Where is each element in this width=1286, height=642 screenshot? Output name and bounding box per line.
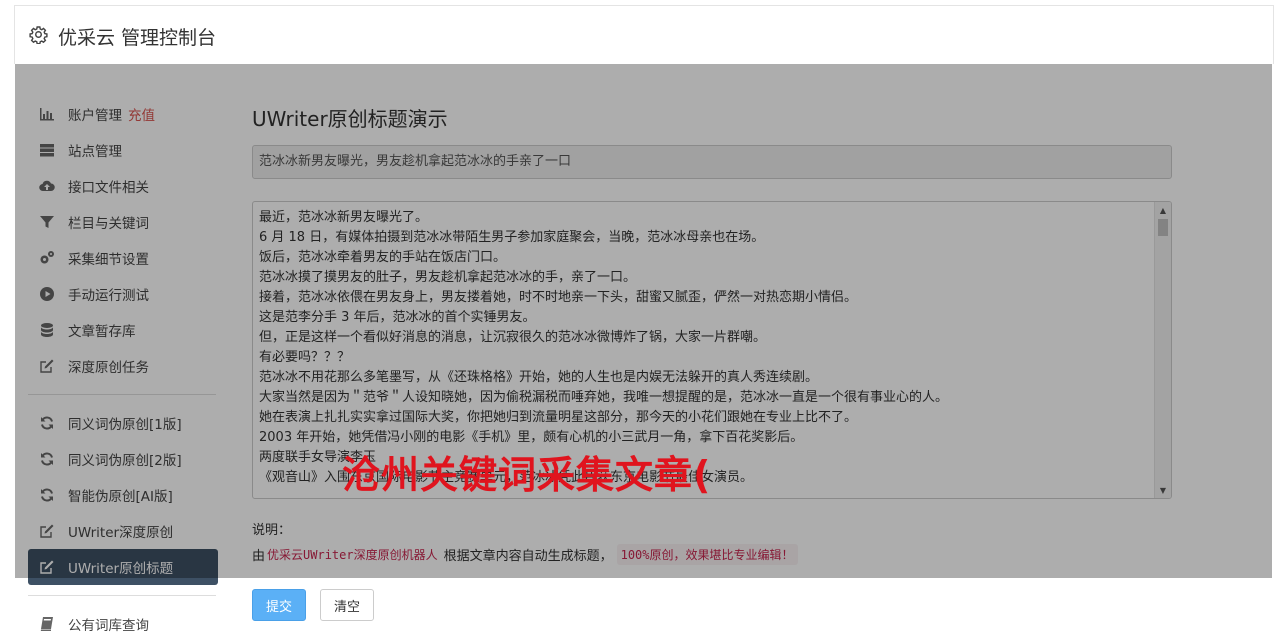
page: 优采云 管理控制台 账户管理 充值 站点管理 接口文件相关 栏目与关键词 采集细… — [0, 0, 1286, 642]
sidebar-item-label: UWriter深度原创 — [68, 525, 174, 541]
sidebar-item-label: 栏目与关键词 — [68, 216, 149, 232]
recharge-link[interactable]: 充值 — [128, 104, 155, 124]
content-line: 范冰冰不用花那么多笔墨写，从《还珠格格》开始，她的人生也是内娱无法躲开的真人秀连… — [259, 370, 819, 385]
title-output-field[interactable]: 范冰冰新男友曝光，男友趁机拿起范冰冰的手亲了一口 — [252, 145, 1172, 179]
play-circle-icon — [38, 285, 56, 303]
content-line: 有必要吗？？？ — [259, 350, 351, 365]
header-title: 优采云 管理控制台 — [58, 27, 217, 49]
server-icon — [38, 141, 56, 159]
sidebar-divider — [28, 394, 216, 395]
sidebar-item-uwriter-deep[interactable]: UWriter深度原创 — [28, 513, 218, 549]
sidebar-item-label: 站点管理 — [68, 144, 122, 160]
sidebar-item-label: 采集细节设置 — [68, 252, 149, 268]
content-line: 饭后，范冰冰牵着男友的手站在饭店门口。 — [259, 250, 507, 265]
sidebar-item-label: 同义词伪原创[1版] — [68, 417, 182, 433]
content-line: 这是范李分手 3 年后，范冰冰的首个实锤男友。 — [259, 310, 536, 325]
sidebar-item-smart-ai[interactable]: 智能伪原创[AI版] — [28, 477, 218, 513]
note-highlight-robot: 优采云UWriter深度原创机器人 — [267, 548, 438, 562]
sidebar-item-label: 账户管理 — [68, 108, 122, 124]
content-line: 最近，范冰冰新男友曝光了。 — [259, 210, 429, 225]
note-prefix: 由 — [252, 549, 266, 564]
sidebar-item-label: 深度原创任务 — [68, 360, 149, 376]
sidebar-item-synonym-v1[interactable]: 同义词伪原创[1版] — [28, 405, 218, 441]
sidebar-item-article-storage[interactable]: 文章暂存库 — [28, 312, 218, 348]
button-row: 提交 清空 — [252, 589, 1172, 621]
sidebar-item-account[interactable]: 账户管理 充值 — [28, 96, 218, 132]
database-icon — [38, 321, 56, 339]
sidebar-item-columns-keywords[interactable]: 栏目与关键词 — [28, 204, 218, 240]
main-panel: UWriter原创标题演示 范冰冰新男友曝光，男友趁机拿起范冰冰的手亲了一口 最… — [252, 100, 1172, 621]
edit-icon — [38, 357, 56, 375]
sidebar-item-label: 同义词伪原创[2版] — [68, 453, 182, 469]
cloud-upload-icon — [38, 177, 56, 195]
sidebar: 账户管理 充值 站点管理 接口文件相关 栏目与关键词 采集细节设置 手动运行测试… — [28, 96, 218, 642]
gears-icon — [38, 249, 56, 267]
sidebar-item-label: 接口文件相关 — [68, 180, 149, 196]
book-icon — [38, 615, 56, 633]
refresh-icon — [38, 486, 56, 504]
edit-icon — [38, 522, 56, 540]
note-middle: 根据文章内容自动生成标题， — [443, 549, 613, 564]
content-line: 6 月 18 日，有媒体拍摄到范冰冰带陌生男子参加家庭聚会，当晚，范冰冰母亲也在… — [259, 230, 765, 245]
sidebar-divider — [28, 595, 216, 596]
sidebar-item-collect-settings[interactable]: 采集细节设置 — [28, 240, 218, 276]
sidebar-item-label: UWriter原创标题 — [68, 561, 174, 577]
sidebar-item-deep-original-task[interactable]: 深度原创任务 — [28, 348, 218, 384]
sidebar-item-label: 手动运行测试 — [68, 288, 149, 304]
sidebar-item-label: 公有词库查询 — [68, 618, 149, 634]
content-line: 大家当然是因为＂范爷＂人设知晓她，因为偷税漏税而唾弃她，我唯一想提醒的是，范冰冰… — [259, 390, 949, 405]
sidebar-item-uwriter-title[interactable]: UWriter原创标题 — [28, 549, 218, 585]
page-title: UWriter原创标题演示 — [252, 107, 448, 131]
sidebar-item-public-lexicon[interactable]: 公有词库查询 — [28, 606, 218, 642]
submit-button[interactable]: 提交 — [252, 589, 306, 621]
content-line: 接着，范冰冰依偎在男友身上，男友搂着她，时不时地亲一下头，甜蜜又腻歪，俨然一对热… — [259, 290, 858, 305]
bar-chart-icon — [38, 105, 56, 123]
scroll-up-arrow-icon[interactable]: ▲ — [1155, 202, 1171, 218]
note-highlight-original: 100%原创，效果堪比专业编辑！ — [616, 544, 798, 565]
content-line: 她在表演上扎扎实实拿过国际大奖，你把她归到流量明星这部分，那今天的小花们跟她在专… — [259, 410, 858, 425]
sidebar-item-manual-run[interactable]: 手动运行测试 — [28, 276, 218, 312]
note-description: 由 优采云UWriter深度原创机器人 根据文章内容自动生成标题， 100%原创… — [252, 544, 1172, 565]
content-line: 但，正是这样一个看似好消息的消息，让沉寂很久的范冰冰微博炸了锅，大家一片群嘲。 — [259, 330, 767, 345]
gear-icon — [29, 26, 48, 44]
sidebar-item-interface-files[interactable]: 接口文件相关 — [28, 168, 218, 204]
sidebar-item-label: 文章暂存库 — [68, 324, 136, 340]
sidebar-item-sites[interactable]: 站点管理 — [28, 132, 218, 168]
textarea-scrollbar[interactable]: ▲ ▼ — [1154, 202, 1171, 498]
refresh-icon — [38, 450, 56, 468]
scroll-down-arrow-icon[interactable]: ▼ — [1155, 482, 1171, 498]
note-label: 说明： — [252, 523, 292, 538]
sidebar-item-label: 智能伪原创[AI版] — [68, 489, 173, 505]
sidebar-item-synonym-v2[interactable]: 同义词伪原创[2版] — [28, 441, 218, 477]
watermark-text: 沧州关键词采集文章( — [342, 453, 712, 497]
scroll-thumb[interactable] — [1158, 219, 1168, 236]
filter-icon — [38, 213, 56, 231]
clear-button[interactable]: 清空 — [320, 589, 374, 621]
header: 优采云 管理控制台 — [14, 5, 1274, 64]
content-line: 范冰冰摸了摸男友的肚子，男友趁机拿起范冰冰的手，亲了一口。 — [259, 270, 637, 285]
edit-icon — [38, 558, 56, 576]
refresh-icon — [38, 414, 56, 432]
